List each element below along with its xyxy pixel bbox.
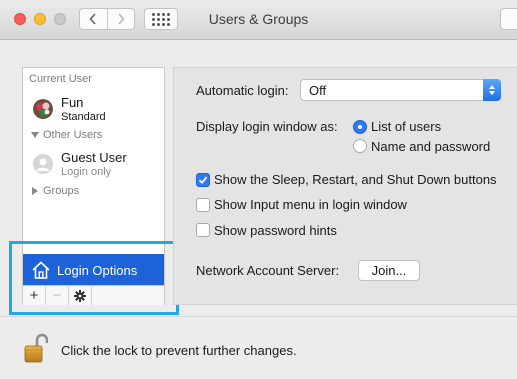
radio-list-of-users[interactable] [353,120,367,134]
groups-disclosure-icon[interactable] [32,187,38,195]
guest-user-name: Guest User [61,150,127,165]
highlight-frame [9,241,179,315]
radio-list-of-users-label: List of users [371,119,442,134]
lock-button[interactable] [24,332,49,364]
window-title: Users & Groups [208,11,309,27]
user-role: Standard [61,111,106,123]
title-bar: Users & Groups [0,0,517,40]
avatar [33,99,53,119]
checkbox-show-sleep-restart-label: Show the Sleep, Restart, and Shut Down b… [214,172,497,187]
user-row-guest[interactable]: Guest User Login only [33,150,158,180]
other-users-disclosure-icon[interactable] [31,132,39,138]
automatic-login-label: Automatic login: [196,83,289,98]
lock-message: Click the lock to prevent further change… [61,343,297,358]
checkbox-show-input-menu-label: Show Input menu in login window [214,197,407,212]
automatic-login-popup[interactable]: Off [300,79,501,101]
radio-name-and-password-label: Name and password [371,139,491,154]
lock-open-icon [24,333,49,363]
network-account-server-label: Network Account Server: [196,263,340,278]
user-row-fun[interactable]: Fun Standard [33,95,158,125]
automatic-login-value: Off [309,83,327,98]
search-field[interactable] [500,8,517,30]
checkbox-show-password-hints[interactable] [196,223,210,237]
checkbox-show-sleep-restart[interactable] [196,173,210,187]
display-login-label: Display login window as: [196,119,338,134]
radio-name-and-password[interactable] [353,139,367,153]
join-button[interactable]: Join... [358,260,420,281]
checkbox-show-password-hints-label: Show password hints [214,223,337,238]
groups-header: Groups [43,185,80,197]
checkmark-icon [198,176,208,185]
popup-arrows-icon [483,79,501,101]
guest-user-status: Login only [61,166,112,178]
checkbox-show-input-menu[interactable] [196,198,210,212]
other-users-header: Other Users [43,129,103,141]
current-user-header: Current User [29,73,92,85]
guest-avatar [33,154,53,174]
footer-divider [0,316,517,317]
user-name: Fun [61,95,84,110]
